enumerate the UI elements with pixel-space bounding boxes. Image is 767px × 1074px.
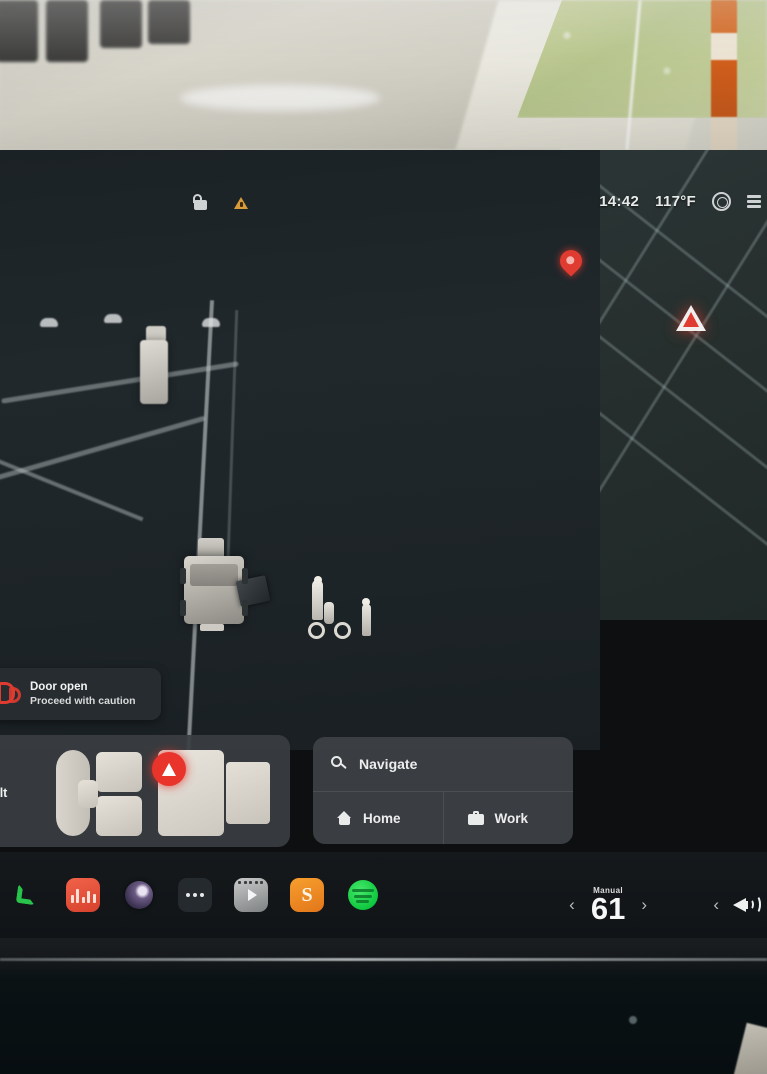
- work-label: Work: [494, 810, 529, 826]
- bicycle: [308, 610, 360, 640]
- ego-wheel: [180, 568, 186, 584]
- camera-lens-icon: [125, 881, 153, 909]
- temp-increase-button[interactable]: ›: [641, 895, 647, 915]
- navigation-arrow-icon[interactable]: [676, 305, 706, 333]
- other-vehicle: [140, 340, 168, 404]
- cabin-seat-front-right[interactable]: [96, 796, 142, 836]
- home-shortcut-button[interactable]: Home: [313, 792, 443, 844]
- phone-icon: [14, 882, 40, 908]
- cabin-seat-front-left[interactable]: [96, 752, 142, 792]
- ego-tailgate: [200, 624, 224, 631]
- pedestrian-body: [362, 604, 371, 636]
- home-icon: [337, 811, 352, 825]
- ego-wheel: [180, 600, 186, 616]
- volume-control: ‹: [713, 894, 761, 916]
- screen-bezel: [0, 938, 767, 1074]
- bezel-highlight: [0, 958, 767, 961]
- ego-windshield: [190, 564, 238, 586]
- cabin-bed: [226, 762, 270, 824]
- ego-wheel: [242, 568, 248, 584]
- destination-pin-icon[interactable]: [555, 245, 587, 280]
- door-open-alert[interactable]: Door open Proceed with caution: [0, 668, 161, 720]
- bicycle-wheel: [334, 622, 351, 639]
- lock-icon[interactable]: [192, 194, 208, 210]
- ego-wheel: [242, 600, 248, 616]
- open-door-icon: [0, 679, 22, 709]
- autopilot-visualization: [0, 150, 600, 760]
- search-icon: [331, 756, 347, 772]
- climate-temp-value: 61: [590, 891, 626, 926]
- ego-vehicle: [178, 538, 271, 634]
- s-glyph-icon: S: [301, 884, 313, 906]
- ellipsis-icon: [186, 893, 204, 897]
- cabin-center-console: [78, 780, 98, 808]
- seatbelt-warning-icon[interactable]: [152, 752, 186, 786]
- bezel-reflection: [629, 1016, 637, 1024]
- bezel-foreground-object: [732, 1022, 767, 1074]
- search-input[interactable]: Navigate: [313, 737, 573, 791]
- spotify-icon: [348, 880, 378, 910]
- film-play-icon: [247, 889, 257, 901]
- road-marker: [40, 318, 58, 327]
- dock-app-list: S: [0, 878, 380, 912]
- temp-decrease-button[interactable]: ‹: [569, 895, 575, 915]
- road-marker: [202, 318, 220, 327]
- temperature-text: 117°F: [655, 193, 696, 210]
- more-app[interactable]: [178, 878, 212, 912]
- navigate-shortcuts: Home Work: [313, 791, 573, 844]
- windshield-glare: [0, 0, 767, 150]
- bicycle-wheel: [308, 622, 325, 639]
- door-alert-subtitle: Proceed with caution: [30, 694, 136, 707]
- phone-app[interactable]: [10, 878, 44, 912]
- camera-app[interactable]: [122, 878, 156, 912]
- navigate-card: Navigate Home Work: [313, 737, 573, 844]
- menu-bars-icon[interactable]: [747, 195, 761, 208]
- status-right-group: 14:42 117°F: [599, 192, 761, 211]
- audio-app[interactable]: [66, 878, 100, 912]
- road-marker: [104, 314, 122, 323]
- spotify-app[interactable]: [346, 878, 380, 912]
- cyclist-body: [324, 602, 334, 624]
- windshield-view: [0, 0, 767, 150]
- film-strip-icon: [238, 881, 263, 884]
- audio-waveform-icon: [70, 887, 96, 903]
- browser-app[interactable]: S: [290, 878, 324, 912]
- speaker-icon[interactable]: [733, 894, 761, 916]
- seatbelt-label: atbelt: [0, 786, 8, 800]
- search-placeholder-text: Navigate: [359, 756, 418, 772]
- infotainment-screenshot: 14:42 117°F Door open Proceed with cauti…: [0, 0, 767, 1074]
- volume-decrease-button[interactable]: ‹: [713, 895, 719, 915]
- warning-triangle-icon[interactable]: [234, 195, 249, 210]
- theater-app[interactable]: [234, 878, 268, 912]
- door-alert-title: Door open: [30, 681, 88, 694]
- briefcase-icon: [467, 811, 484, 825]
- climate-control: ‹ Manual 61 ›: [569, 886, 647, 924]
- profile-icon[interactable]: [712, 192, 731, 211]
- home-label: Home: [363, 810, 401, 826]
- work-shortcut-button[interactable]: Work: [442, 792, 574, 844]
- app-dock: S ‹ Manual 61 › ‹: [0, 852, 767, 938]
- temperature-display[interactable]: Manual 61: [591, 886, 625, 924]
- status-left-icons: [192, 194, 249, 210]
- infotainment-screen: 14:42 117°F Door open Proceed with cauti…: [0, 150, 767, 938]
- pedestrian-group: [300, 576, 390, 650]
- clock-text: 14:42: [599, 193, 640, 210]
- status-bar: 14:42 117°F: [0, 190, 767, 224]
